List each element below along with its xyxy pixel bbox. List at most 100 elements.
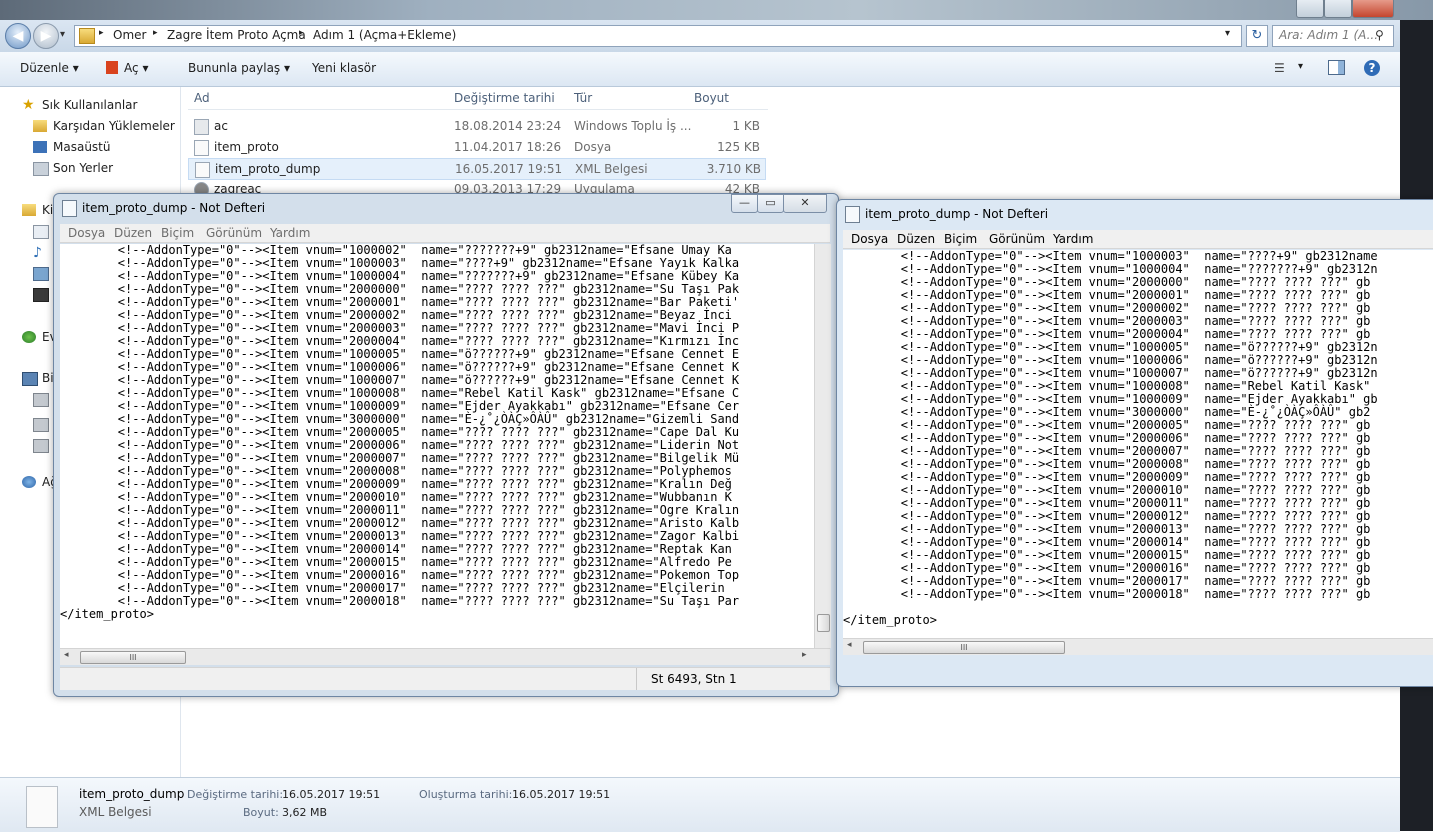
recent-places-icon bbox=[33, 162, 49, 176]
file-size: 3.710 KB bbox=[706, 162, 761, 176]
background-minimize-button[interactable] bbox=[1296, 0, 1324, 18]
file-size: 1 KB bbox=[732, 119, 760, 133]
background-maximize-button[interactable] bbox=[1324, 0, 1352, 18]
details-pane: item_proto_dump XML Belgesi Değiştirme t… bbox=[0, 777, 1400, 832]
command-toolbar: Düzenle ▾ Aç ▾ Bununla paylaş ▾ Yeni kla… bbox=[0, 52, 1400, 87]
share-button[interactable]: Bununla paylaş ▾ bbox=[188, 61, 290, 75]
downloads-folder-icon bbox=[33, 120, 47, 132]
column-header-type[interactable]: Tür bbox=[574, 91, 592, 105]
file-row[interactable]: ac 18.08.2014 23:24 Windows Toplu İş ...… bbox=[188, 116, 764, 136]
views-dropdown-icon[interactable]: ▾ bbox=[1298, 61, 1303, 72]
scroll-left-icon[interactable]: ◂ bbox=[847, 640, 852, 650]
file-date: 16.05.2017 19:51 bbox=[455, 162, 563, 176]
text-editor[interactable]: <!--AddonType="0"--><Item vnum="1000002"… bbox=[60, 244, 814, 648]
menu-item-file[interactable]: Dosya bbox=[68, 226, 105, 240]
nav-recent[interactable]: Son Yerler bbox=[53, 161, 113, 175]
menu-item-help[interactable]: Yardım bbox=[270, 226, 310, 240]
notepad-window-right[interactable]: item_proto_dump - Not Defteri Dosya Düze… bbox=[836, 199, 1433, 687]
text-line: <!--AddonType="0"--><Item vnum="2000018"… bbox=[843, 587, 1371, 601]
file-row-selected[interactable]: item_proto_dump 16.05.2017 19:51 XML Bel… bbox=[188, 158, 766, 180]
column-header-modified[interactable]: Değiştirme tarihi bbox=[454, 91, 555, 105]
vertical-scroll-thumb[interactable] bbox=[817, 614, 830, 632]
libraries-icon bbox=[22, 204, 36, 216]
nav-desktop[interactable]: Masaüstü bbox=[53, 140, 110, 154]
horizontal-scroll-thumb[interactable]: III bbox=[80, 651, 186, 664]
text-line: <!--AddonType="0"--><Item vnum="2000018"… bbox=[60, 594, 740, 608]
nav-favorites[interactable]: Sık Kullanılanlar bbox=[42, 98, 137, 112]
forward-button[interactable]: ▶ bbox=[33, 23, 59, 49]
text-editor[interactable]: <!--AddonType="0"--><Item vnum="1000003"… bbox=[843, 250, 1433, 638]
back-button[interactable]: ◀ bbox=[5, 23, 31, 49]
menu-bar: Dosya Düzen Biçim Görünüm Yardım bbox=[843, 230, 1433, 249]
menu-item-edit[interactable]: Düzen bbox=[897, 232, 935, 246]
column-header-size[interactable]: Boyut bbox=[694, 91, 729, 105]
breadcrumb-item-step[interactable]: Adım 1 (Açma+Ekleme) bbox=[313, 28, 456, 42]
help-icon[interactable]: ? bbox=[1364, 60, 1380, 76]
vertical-scrollbar[interactable] bbox=[814, 244, 831, 648]
nav-downloads[interactable]: Karşıdan Yüklemeler bbox=[53, 119, 175, 133]
search-input[interactable]: Ara: Adım 1 (A... ⚲ bbox=[1272, 25, 1394, 47]
menu-item-format[interactable]: Biçim bbox=[161, 226, 194, 240]
computer-icon bbox=[22, 372, 38, 386]
status-divider bbox=[636, 668, 637, 690]
breadcrumb[interactable]: ▸ Omer ▸ Zagre İtem Proto Açma ▸ Adım 1 … bbox=[74, 25, 1242, 47]
column-header-name[interactable]: Ad bbox=[194, 91, 210, 105]
breadcrumb-item-project[interactable]: Zagre İtem Proto Açma bbox=[167, 28, 306, 42]
text-line: </item_proto> bbox=[843, 613, 937, 627]
menu-item-file[interactable]: Dosya bbox=[851, 232, 888, 246]
address-dropdown-icon[interactable]: ▾ bbox=[1225, 28, 1230, 39]
background-window-strip bbox=[0, 0, 1433, 20]
organize-label: Düzenle bbox=[20, 61, 69, 75]
menu-item-view[interactable]: Görünüm bbox=[206, 226, 262, 240]
star-icon: ★ bbox=[22, 97, 35, 113]
office-icon bbox=[106, 61, 118, 74]
homegroup-icon bbox=[22, 331, 36, 343]
menu-item-view[interactable]: Görünüm bbox=[989, 232, 1045, 246]
search-placeholder: Ara: Adım 1 (A... bbox=[1279, 28, 1379, 42]
menu-item-help[interactable]: Yardım bbox=[1053, 232, 1093, 246]
scroll-left-icon[interactable]: ◂ bbox=[64, 650, 69, 660]
batch-file-icon bbox=[194, 119, 209, 135]
documents-icon bbox=[33, 225, 49, 239]
file-type: Windows Toplu İş ... bbox=[574, 119, 692, 133]
details-created-label: Oluşturma tarihi: bbox=[419, 788, 513, 801]
desktop-icon bbox=[33, 141, 47, 153]
menu-bar: Dosya Düzen Biçim Görünüm Yardım bbox=[60, 224, 830, 243]
organize-button[interactable]: Düzenle ▾ bbox=[20, 61, 79, 75]
open-label: Aç bbox=[124, 61, 139, 75]
window-title: item_proto_dump - Not Defteri bbox=[82, 201, 266, 215]
horizontal-scrollbar[interactable]: ◂ III bbox=[843, 638, 1433, 655]
nav-computer[interactable]: Bi bbox=[42, 371, 54, 385]
background-close-button[interactable] bbox=[1352, 0, 1394, 18]
nav-libraries[interactable]: Ki bbox=[42, 203, 53, 217]
open-button[interactable]: Aç ▾ bbox=[106, 61, 148, 75]
maximize-button[interactable]: ▭ bbox=[757, 194, 784, 213]
recent-pages-dropdown-icon[interactable]: ▾ bbox=[60, 29, 65, 40]
horizontal-scroll-thumb[interactable]: III bbox=[863, 641, 1065, 654]
address-bar: ◀ ▶ ▾ ▸ Omer ▸ Zagre İtem Proto Açma ▸ A… bbox=[0, 20, 1400, 52]
menu-item-edit[interactable]: Düzen bbox=[114, 226, 152, 240]
minimize-button[interactable]: — bbox=[731, 194, 758, 213]
network-icon bbox=[22, 476, 36, 488]
close-button[interactable]: ✕ bbox=[783, 194, 827, 213]
new-folder-button[interactable]: Yeni klasör bbox=[312, 61, 376, 75]
views-icon[interactable]: ☰ bbox=[1274, 61, 1285, 75]
horizontal-scrollbar[interactable]: ◂ III ▸ bbox=[60, 648, 830, 665]
cursor-position: St 6493, Stn 1 bbox=[651, 672, 737, 686]
details-modified-label: Değiştirme tarihi: bbox=[187, 788, 284, 801]
notepad-window-left[interactable]: item_proto_dump - Not Defteri — ▭ ✕ Dosy… bbox=[53, 193, 839, 697]
preview-pane-icon[interactable] bbox=[1328, 60, 1345, 75]
details-size-value: 3,62 MB bbox=[282, 806, 328, 819]
details-file-type: XML Belgesi bbox=[79, 805, 152, 819]
scroll-right-icon[interactable]: ▸ bbox=[802, 650, 807, 660]
menu-item-format[interactable]: Biçim bbox=[944, 232, 977, 246]
details-modified-value: 16.05.2017 19:51 bbox=[282, 788, 381, 801]
breadcrumb-separator-icon: ▸ bbox=[153, 28, 158, 38]
text-line: </item_proto> bbox=[60, 607, 154, 621]
file-icon bbox=[194, 140, 209, 156]
file-row[interactable]: item_proto 11.04.2017 18:26 Dosya 125 KB bbox=[188, 137, 764, 157]
back-arrow-icon: ◀ bbox=[12, 28, 24, 44]
refresh-icon[interactable]: ↻ bbox=[1246, 25, 1268, 47]
forward-arrow-icon: ▶ bbox=[40, 28, 52, 44]
breadcrumb-item-omer[interactable]: Omer bbox=[113, 28, 146, 42]
